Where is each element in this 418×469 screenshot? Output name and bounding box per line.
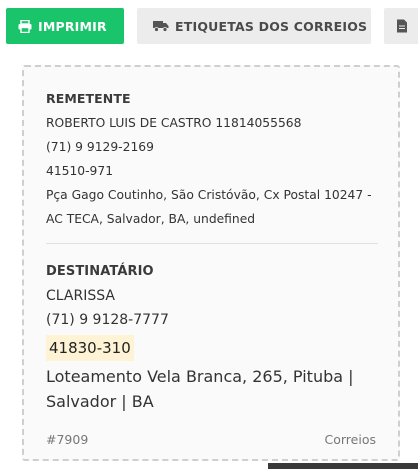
- carrier-name: Correios: [324, 432, 376, 447]
- print-button[interactable]: IMPRIMIR: [6, 8, 124, 44]
- correios-labels-label: ETIQUETAS DOS CORREIOS: [175, 18, 368, 34]
- document-icon: [396, 19, 408, 33]
- sender-phone: (71) 9 9129-2169: [46, 140, 154, 154]
- section-divider: [46, 243, 378, 244]
- print-button-label: IMPRIMIR: [38, 18, 107, 34]
- sender-section: REMETENTE ROBERTO LUIS DE CASTRO 1181405…: [46, 87, 378, 231]
- recipient-heading: DESTINATÁRIO: [46, 264, 154, 279]
- toolbar: IMPRIMIR ETIQUETAS DOS CORREIOS: [0, 0, 418, 52]
- recipient-section: DESTINATÁRIO CLARISSA (71) 9 9128-7777 4…: [46, 260, 378, 414]
- sender-address-line-1: Pça Gago Coutinho, São Cristóvão, Cx Pos…: [46, 188, 372, 202]
- sender-name: ROBERTO LUIS DE CASTRO 11814055568: [46, 116, 302, 130]
- bottom-bar: [268, 463, 418, 469]
- truck-icon: [153, 20, 169, 32]
- shipping-label-card: REMETENTE ROBERTO LUIS DE CASTRO 1181405…: [22, 65, 400, 461]
- document-button[interactable]: [384, 8, 418, 44]
- recipient-phone: (71) 9 9128-7777: [46, 312, 169, 328]
- sender-heading: REMETENTE: [46, 91, 131, 106]
- sender-address-line-2: AC TECA, Salvador, BA, undefined: [46, 212, 256, 226]
- recipient-name: CLARISSA: [46, 288, 115, 304]
- order-id: #7909: [46, 432, 89, 447]
- recipient-cep: 41830-310: [46, 335, 134, 361]
- sender-cep: 41510-971: [46, 164, 114, 178]
- recipient-address: Loteamento Vela Branca, 265, Pituba | Sa…: [46, 367, 354, 411]
- correios-labels-button[interactable]: ETIQUETAS DOS CORREIOS: [137, 8, 371, 44]
- printer-icon: [18, 19, 32, 33]
